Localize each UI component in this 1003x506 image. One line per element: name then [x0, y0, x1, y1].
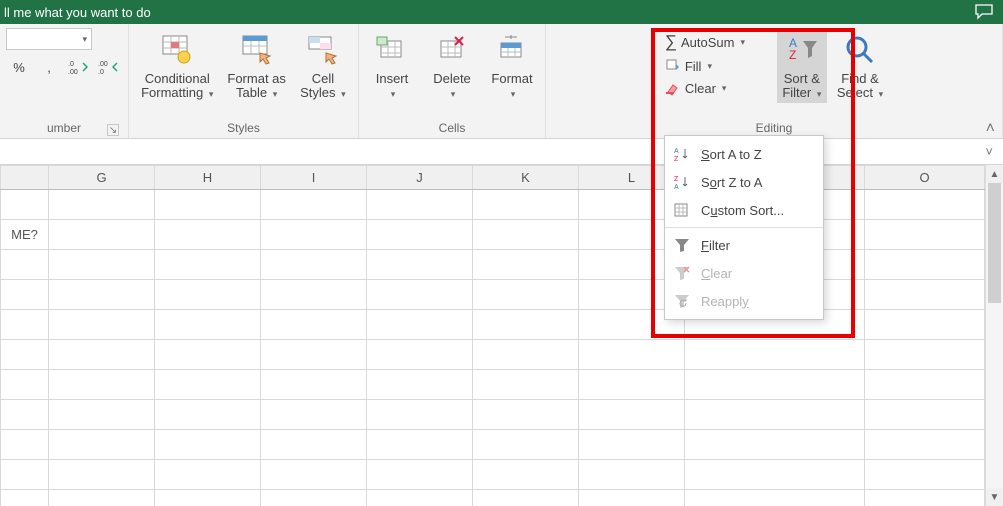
number-launcher-icon[interactable]: ↘: [107, 124, 119, 136]
clear-filter-icon: [673, 264, 691, 282]
reapply-icon: [673, 292, 691, 310]
clear-button[interactable]: Clear ▾: [661, 78, 771, 98]
svg-text:.0: .0: [98, 69, 104, 75]
column-header[interactable]: O: [865, 166, 985, 190]
menu-filter[interactable]: Filter: [665, 231, 823, 259]
column-header[interactable]: K: [473, 166, 579, 190]
menu-label: Clear: [701, 266, 732, 281]
scrollbar-thumb[interactable]: [988, 183, 1001, 303]
custom-sort-icon: [673, 201, 691, 219]
menu-label: Reapply: [701, 294, 749, 309]
table-row[interactable]: [1, 190, 985, 220]
menu-clear: Clear: [665, 259, 823, 287]
find-select-icon: [840, 30, 880, 70]
column-header[interactable]: J: [367, 166, 473, 190]
format-cells-icon: [492, 30, 532, 70]
number-format-dropdown[interactable]: ▾: [6, 28, 92, 50]
svg-text:.00: .00: [98, 61, 108, 68]
vertical-scrollbar[interactable]: ▲ ▼: [985, 165, 1003, 506]
menu-separator: [665, 227, 823, 228]
menu-reapply: Reapply: [665, 287, 823, 315]
autosum-button[interactable]: ∑ AutoSum ▾: [661, 30, 771, 54]
table-row[interactable]: [1, 460, 985, 490]
column-header[interactable]: I: [261, 166, 367, 190]
group-label-number: umber: [47, 121, 81, 135]
menu-label: Filter: [701, 238, 730, 253]
table-row[interactable]: [1, 310, 985, 340]
conditional-formatting-icon: [157, 30, 197, 70]
percent-button[interactable]: %: [6, 56, 32, 78]
decrease-decimal-button[interactable]: .00.0: [96, 56, 122, 78]
svg-text:A: A: [674, 184, 679, 190]
table-row[interactable]: [1, 340, 985, 370]
menu-sort-za[interactable]: ZA Sort Z to A: [665, 168, 823, 196]
table-row[interactable]: [1, 250, 985, 280]
find-select-button[interactable]: Find &Select ▾: [833, 28, 887, 103]
column-header[interactable]: H: [155, 166, 261, 190]
insert-button[interactable]: Insert▾: [365, 28, 419, 103]
group-label-styles: Styles: [227, 121, 260, 135]
table-row[interactable]: [1, 490, 985, 506]
conditional-formatting-button[interactable]: ConditionalFormatting ▾: [137, 28, 217, 103]
menu-label: Sort A to Z: [701, 147, 762, 162]
table-row[interactable]: ME?: [1, 220, 985, 250]
table-row[interactable]: [1, 280, 985, 310]
scroll-down-icon[interactable]: ▼: [986, 488, 1003, 506]
svg-text:Z: Z: [674, 176, 679, 183]
svg-text:Z: Z: [789, 48, 796, 62]
column-header[interactable]: [1, 166, 49, 190]
column-header[interactable]: G: [49, 166, 155, 190]
table-row[interactable]: [1, 400, 985, 430]
comma-style-button[interactable]: ,: [36, 56, 62, 78]
sort-za-icon: ZA: [673, 173, 691, 191]
comments-icon[interactable]: [975, 4, 1003, 20]
sort-az-icon: AZ: [673, 145, 691, 163]
sort-filter-menu: AZ Sort A to Z ZA Sort Z to A Custom Sor…: [664, 135, 824, 320]
table-row[interactable]: [1, 430, 985, 460]
spreadsheet-grid[interactable]: G H I J K L N O ME?: [0, 165, 985, 506]
increase-decimal-button[interactable]: .0.00: [66, 56, 92, 78]
scroll-up-icon[interactable]: ▲: [986, 165, 1003, 183]
menu-label: Custom Sort...: [701, 203, 784, 218]
format-button[interactable]: Format▾: [485, 28, 539, 103]
cell-styles-icon: [303, 30, 343, 70]
svg-text:Z: Z: [674, 156, 679, 162]
insert-cells-icon: [372, 30, 412, 70]
sort-filter-button[interactable]: AZ Sort &Filter ▾: [777, 28, 827, 103]
svg-text:.00: .00: [68, 69, 78, 75]
svg-text:A: A: [674, 148, 679, 155]
format-as-table-icon: [237, 30, 277, 70]
expand-formula-bar-icon[interactable]: ˅: [985, 144, 993, 159]
collapse-ribbon-icon[interactable]: ˄: [986, 120, 995, 138]
group-label-cells: Cells: [439, 121, 466, 135]
group-label-editing: Editing: [756, 121, 793, 135]
menu-label: Sort Z to A: [701, 175, 762, 190]
delete-button[interactable]: Delete▾: [425, 28, 479, 103]
cell: ME?: [1, 220, 49, 250]
cell-styles-button[interactable]: CellStyles ▾: [296, 28, 350, 103]
menu-sort-az[interactable]: AZ Sort A to Z: [665, 140, 823, 168]
menu-custom-sort[interactable]: Custom Sort...: [665, 196, 823, 224]
format-as-table-button[interactable]: Format asTable ▾: [223, 28, 290, 103]
table-row[interactable]: [1, 370, 985, 400]
autosum-icon: ∑: [665, 32, 677, 52]
svg-text:.0: .0: [68, 61, 74, 68]
filter-icon: [673, 236, 691, 254]
fill-icon: [665, 58, 681, 74]
clear-icon: [665, 80, 681, 96]
sort-filter-icon: AZ: [782, 30, 822, 70]
tell-me-input[interactable]: ll me what you want to do: [4, 5, 975, 20]
fill-button[interactable]: Fill ▾: [661, 56, 771, 76]
delete-cells-icon: [432, 30, 472, 70]
